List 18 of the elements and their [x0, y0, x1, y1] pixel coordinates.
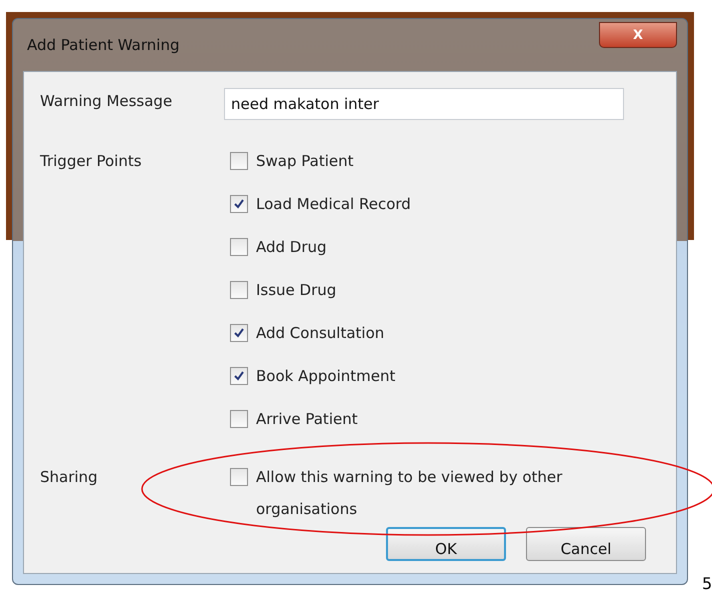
check-icon: [233, 327, 245, 339]
trigger-checkbox[interactable]: Add Consultation: [230, 324, 660, 342]
ok-button[interactable]: OK: [386, 527, 506, 561]
trigger-checkbox[interactable]: Book Appointment: [230, 367, 660, 385]
field-label: Sharing: [40, 467, 99, 486]
cancel-button[interactable]: Cancel: [526, 527, 646, 561]
trigger-checkbox[interactable]: Issue Drug: [230, 281, 660, 299]
trigger-checkbox[interactable]: Load Medical Record: [230, 195, 660, 213]
warning-message-field[interactable]: need makaton inter: [224, 88, 624, 120]
window-title: Add Patient Warning: [27, 36, 180, 54]
field-label: Trigger Points: [40, 151, 143, 170]
page-number: 5: [702, 574, 712, 591]
trigger-checkbox[interactable]: Swap Patient: [230, 152, 660, 170]
trigger-checkbox[interactable]: Add Drug: [230, 238, 660, 256]
check-icon: [233, 370, 245, 382]
check-icon: [233, 198, 245, 210]
trigger-checkbox[interactable]: Arrive Patient: [230, 410, 660, 428]
field-label: Warning Message: [40, 91, 174, 110]
